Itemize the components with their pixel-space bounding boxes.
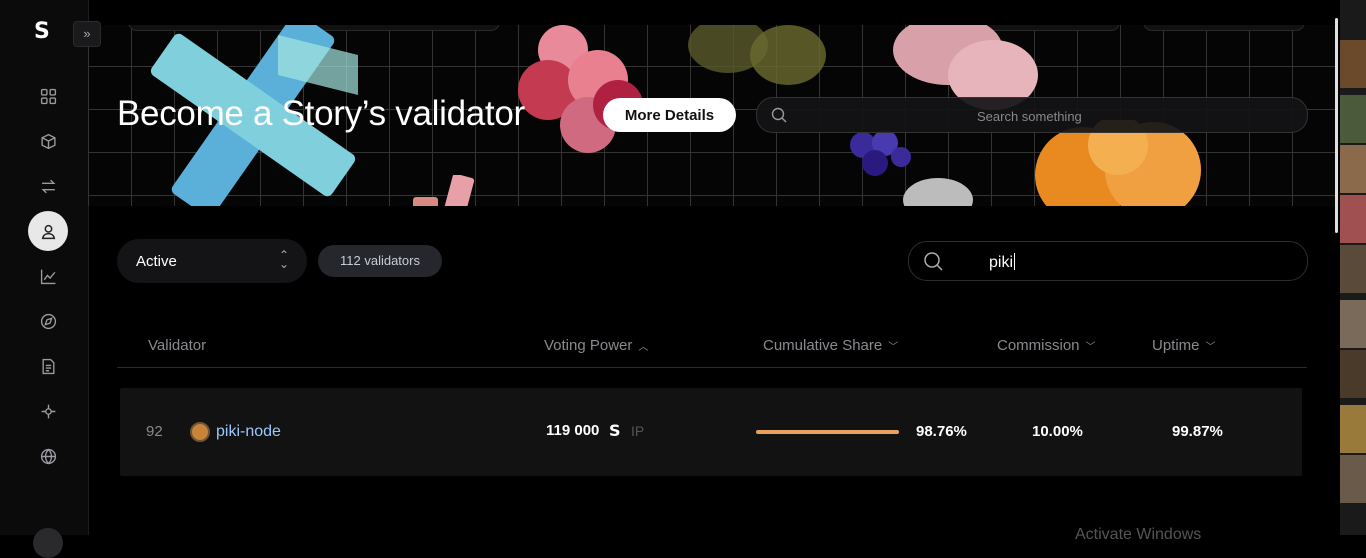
- thumbnail: [1340, 350, 1366, 398]
- header-label: Validator: [148, 337, 207, 354]
- commission-value: 10.00%: [1032, 423, 1083, 440]
- uptime-value: 99.87%: [1172, 423, 1223, 440]
- validator-count-badge: 112 validators: [318, 245, 442, 277]
- thumbnail: [1340, 195, 1366, 243]
- cube-icon: [40, 133, 56, 149]
- nav-validators[interactable]: [28, 211, 68, 251]
- sort-down-icon: ﹀: [1085, 342, 1096, 353]
- text-caret: [1014, 253, 1016, 270]
- header-voting-power[interactable]: Voting Power ︿: [544, 337, 648, 354]
- nav-global[interactable]: [28, 436, 68, 476]
- validator-search-input[interactable]: piki: [908, 241, 1308, 281]
- transfer-icon: [41, 179, 55, 193]
- nav-dashboard[interactable]: [28, 76, 68, 116]
- green-leaf-graphic: [688, 25, 826, 85]
- nav-analytics[interactable]: [28, 256, 68, 296]
- sort-down-icon: ﹀: [888, 342, 899, 353]
- chevron-up-down-icon: ⌃ ⌄: [278, 248, 289, 271]
- thumbnail: [1340, 95, 1366, 143]
- grid-icon: [40, 88, 56, 104]
- nav-network[interactable]: [28, 391, 68, 431]
- top-pill: [1143, 25, 1305, 31]
- header-cumulative-share[interactable]: Cumulative Share ﹀: [763, 337, 898, 354]
- globe-icon: [40, 448, 56, 464]
- story-token-icon: S: [609, 421, 621, 440]
- page-title: Become a Story’s validator: [117, 94, 525, 133]
- cumulative-share-value: 98.76%: [916, 423, 967, 440]
- thumbnail: [1340, 245, 1366, 293]
- thumbnail: [1340, 405, 1366, 453]
- thumbnail: [1340, 40, 1366, 88]
- nav-transactions[interactable]: [28, 166, 68, 206]
- nav-docs[interactable]: [28, 346, 68, 386]
- validator-avatar: [190, 422, 210, 442]
- header-label: Uptime: [1152, 337, 1200, 354]
- status-select[interactable]: Active ⌃ ⌄: [117, 239, 307, 283]
- scrollbar[interactable]: [1335, 18, 1338, 233]
- search-icon: [924, 252, 943, 271]
- chart-icon: [40, 269, 55, 284]
- user-icon: [41, 224, 55, 239]
- red-bubbles-graphic: [518, 25, 643, 153]
- more-details-button[interactable]: More Details: [603, 98, 736, 132]
- thumbnail: [1340, 300, 1366, 348]
- background-window-strip: [1340, 0, 1366, 535]
- voting-power-value: 119 000: [546, 422, 600, 439]
- status-value: Active: [136, 253, 177, 270]
- sort-up-icon: ︿: [638, 342, 649, 353]
- search-icon: [771, 107, 787, 123]
- expand-icon[interactable]: »: [73, 21, 101, 47]
- network-icon: [41, 404, 55, 418]
- document-icon: [41, 358, 55, 374]
- windows-watermark: Activate Windows: [1075, 526, 1202, 543]
- header-label: Cumulative Share: [763, 337, 883, 354]
- avatar[interactable]: [33, 528, 63, 558]
- header-label: Voting Power: [544, 337, 633, 354]
- row-rank: 92: [146, 423, 163, 440]
- validator-name-link[interactable]: piki-node: [216, 423, 281, 441]
- table-row[interactable]: [120, 388, 1302, 476]
- header-commission[interactable]: Commission ﹀: [997, 337, 1096, 354]
- header-label: Commission: [997, 337, 1080, 354]
- banner-search-input[interactable]: Search something: [756, 97, 1308, 133]
- voting-power-unit: IP: [631, 423, 645, 439]
- search-value: piki: [989, 253, 1016, 272]
- nav-blocks[interactable]: [28, 121, 68, 161]
- cumulative-share-bar: [756, 430, 899, 434]
- small-block-graphic: [413, 175, 475, 206]
- thumbnail: [1340, 455, 1366, 503]
- logo-icon[interactable]: S: [34, 20, 56, 44]
- search-text: piki: [989, 254, 1014, 271]
- thumbnail: [1340, 145, 1366, 193]
- header-validator[interactable]: Validator: [148, 337, 206, 354]
- header-divider: [117, 367, 1307, 368]
- sidebar: S: [0, 0, 89, 558]
- sort-down-icon: ﹀: [1205, 342, 1216, 353]
- header-uptime[interactable]: Uptime ﹀: [1152, 337, 1216, 354]
- compass-icon: [40, 313, 56, 329]
- nav-explore[interactable]: [28, 301, 68, 341]
- search-placeholder: Search something: [977, 109, 1082, 124]
- grey-blob-graphic: [903, 178, 973, 206]
